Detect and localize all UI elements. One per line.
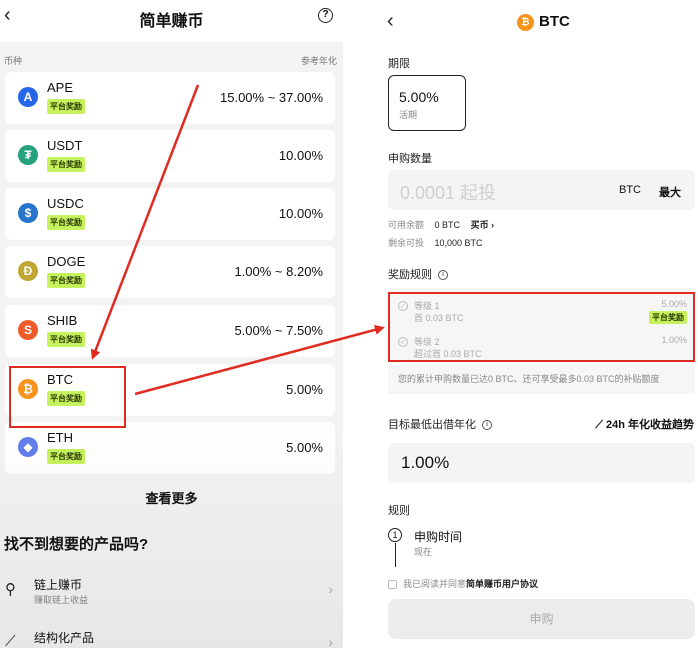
product-structured[interactable]: ⟋ 结构化产品 › <box>0 629 343 648</box>
column-apr: 参考年化 <box>300 56 337 66</box>
shib-icon: S <box>18 320 38 340</box>
remaining-label: 剩余可投 <box>388 238 425 248</box>
reward-label-text: 奖励规则 <box>388 269 432 281</box>
coin-card-ape[interactable]: A APE 平台奖励 15.00% ~ 37.00% <box>5 72 335 124</box>
agreement: 我已阅读并同意简单赚币用户协议 <box>388 577 538 590</box>
agreement-link[interactable]: 简单赚币用户协议 <box>466 579 538 589</box>
coin-rate: 5.00% ~ 7.50% <box>234 323 323 338</box>
coin-rate: 10.00% <box>278 206 323 221</box>
coin-rate: 1.00% ~ 8.20% <box>234 264 323 279</box>
info-icon[interactable]: i <box>482 420 493 431</box>
min-rate-label-text: 目标最低出借年化 <box>388 419 476 431</box>
term-label: 期限 <box>388 58 410 70</box>
term-rate: 5.00% <box>399 89 439 105</box>
available-value: 0 BTC <box>434 220 461 230</box>
eth-icon: ◆ <box>18 437 38 457</box>
coin-card-doge[interactable]: Ð DOGE 平台奖励 1.00% ~ 8.20% <box>5 246 335 298</box>
product-title: 链上赚币 <box>34 578 83 592</box>
product-onchain[interactable]: ⚲ 链上赚币 赚取链上收益 › <box>0 576 343 616</box>
remaining-quota: 剩余可投 10,000 BTC <box>388 236 483 249</box>
step-line <box>395 543 396 567</box>
reward-highlight-box <box>388 292 695 362</box>
page-title: 简单赚币 <box>139 13 204 30</box>
coin-rate: 10.00% <box>278 148 323 163</box>
step-title: 申购时间 <box>414 530 463 544</box>
see-more-button[interactable]: 查看更多 <box>0 488 343 507</box>
trend-chart-icon: ⟋ <box>595 419 606 431</box>
reward-note: 您的累计申购数量已达0 BTC。还可享受最多0.03 BTC的补贴额度 <box>388 366 695 394</box>
min-rate-input[interactable]: 1.00% <box>388 443 695 483</box>
coin-name: ETH <box>47 430 73 445</box>
column-coin: 币种 <box>4 56 23 66</box>
page-title: BTC <box>539 13 570 30</box>
term-option-flexible[interactable]: 5.00% 活期 <box>388 75 466 131</box>
coin-name: SHIB <box>47 313 78 328</box>
agree-prefix: 我已阅读并同意 <box>403 579 467 589</box>
coin-name: USDT <box>47 138 83 153</box>
tab-active[interactable] <box>24 32 110 40</box>
coin-rate: 5.00% <box>286 440 323 455</box>
coin-rate: 15.00% ~ 37.00% <box>220 90 323 105</box>
coin-card-usdc[interactable]: $ USDC 平台奖励 10.00% <box>5 188 335 240</box>
info-icon[interactable]: i <box>438 270 449 281</box>
amount-placeholder: 0.0001 起投 <box>400 183 497 203</box>
btc-icon: ₿ <box>517 14 534 31</box>
coin-card-usdt[interactable]: ₮ USDT 平台奖励 10.00% <box>5 130 335 182</box>
reward-label: 奖励规则 i <box>388 266 449 282</box>
amount-unit: BTC <box>619 184 641 196</box>
step-number: 1 <box>388 528 402 542</box>
subscribe-button[interactable]: 申购 <box>388 599 695 639</box>
min-rate-label: 目标最低出借年化 i <box>388 416 493 432</box>
usdt-icon: ₮ <box>18 145 38 165</box>
min-rate-value: 1.00% <box>401 453 450 472</box>
reward-badge: 平台奖励 <box>47 273 85 288</box>
ape-icon: A <box>18 87 38 107</box>
product-subtitle: 赚取链上收益 <box>34 595 89 605</box>
reward-badge: 平台奖励 <box>47 157 85 172</box>
trend-link[interactable]: ⟋ 24h 年化收益趋势 <box>595 416 694 432</box>
remaining-value: 10,000 BTC <box>434 238 483 248</box>
coin-name: USDC <box>47 196 84 211</box>
structured-icon: ⟋ <box>5 633 16 648</box>
coin-name: DOGE <box>47 254 86 269</box>
rules-label: 规则 <box>388 505 410 517</box>
onchain-icon: ⚲ <box>5 581 16 598</box>
reward-badge: 平台奖励 <box>47 332 85 347</box>
amount-input[interactable]: 0.0001 起投 BTC 最大 <box>388 170 695 210</box>
step-subtitle: 现在 <box>414 547 433 557</box>
coin-list-screen: ‹ 简单赚币 ? 币种 参考年化 A APE 平台奖励 15.00% ~ 37.… <box>0 0 343 648</box>
doge-icon: Ð <box>18 261 38 281</box>
btc-highlight-box <box>9 366 126 428</box>
usdc-icon: $ <box>18 203 38 223</box>
coin-rate: 5.00% <box>286 382 323 397</box>
coin-name: APE <box>47 80 74 95</box>
term-type: 活期 <box>399 110 418 120</box>
coin-card-shib[interactable]: S SHIB 平台奖励 5.00% ~ 7.50% <box>5 305 335 357</box>
back-arrow-icon[interactable]: ‹ <box>387 10 394 33</box>
buy-coin-link[interactable]: 买币 › <box>471 220 495 230</box>
section-title: 找不到想要的产品吗? <box>4 536 149 553</box>
help-icon[interactable]: ? <box>318 8 333 23</box>
max-button[interactable]: 最大 <box>659 184 681 200</box>
trend-label: 24h 年化收益趋势 <box>605 419 694 431</box>
reward-badge: 平台奖励 <box>47 449 85 464</box>
reward-badge: 平台奖励 <box>47 99 85 114</box>
chevron-right-icon: › <box>328 634 333 648</box>
reward-badge: 平台奖励 <box>47 215 85 230</box>
amount-label: 申购数量 <box>388 153 432 165</box>
available-balance: 可用余额 0 BTC 买币 › <box>388 218 494 231</box>
product-title: 结构化产品 <box>34 631 95 645</box>
coin-card-eth[interactable]: ◆ ETH 平台奖励 5.00% <box>5 422 335 474</box>
available-label: 可用余额 <box>388 220 425 230</box>
agree-checkbox[interactable] <box>388 580 397 590</box>
chevron-right-icon: › <box>328 581 333 597</box>
